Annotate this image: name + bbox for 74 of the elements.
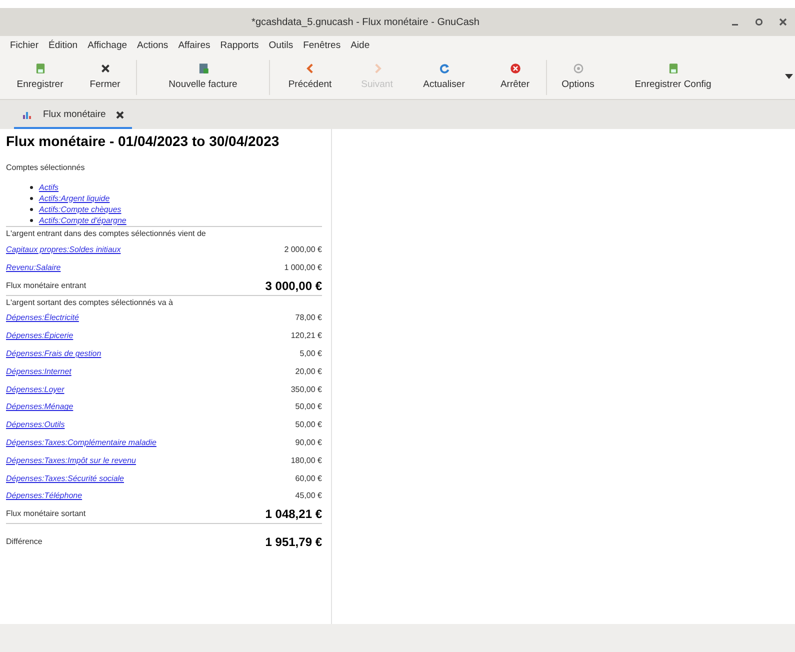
toolbar-button[interactable]: Enregistrer	[6, 56, 74, 99]
amount: 78,00 €	[295, 312, 322, 324]
difference-label: Différence	[6, 536, 42, 548]
account-link[interactable]: Dépenses:Internet	[6, 366, 72, 378]
menu-item[interactable]: Affaires	[178, 38, 210, 54]
account-link[interactable]: Dépenses:Frais de gestion	[6, 348, 102, 360]
account-link[interactable]: Actifs:Argent liquide	[39, 192, 110, 204]
toolbar-button[interactable]: Fermer	[74, 56, 136, 99]
amount: 20,00 €	[295, 366, 322, 378]
account-link[interactable]: Dépenses:Outils	[6, 419, 65, 432]
amount: 350,00 €	[290, 384, 322, 396]
account-link[interactable]: Revenu:Salaire	[6, 262, 61, 274]
menu-item[interactable]: Rapports	[220, 38, 259, 54]
difference-amount: 1 951,79 €	[265, 534, 322, 552]
menu-item[interactable]: Actions	[137, 38, 168, 54]
account-link[interactable]: Dépenses:Téléphone	[6, 490, 82, 502]
section-heading: Comptes sélectionnés	[6, 162, 86, 174]
menu-item[interactable]: Fenêtres	[303, 38, 341, 54]
bullet-icon	[30, 208, 33, 211]
amount: 60,00 €	[295, 472, 322, 485]
account-link[interactable]: Capitaux propres:Soldes initiaux	[6, 244, 121, 256]
total-amount: 3 000,00 €	[265, 278, 322, 295]
amount: 45,00 €	[295, 490, 322, 502]
account-link[interactable]: Dépenses:Taxes:Sécurité sociale	[6, 472, 124, 485]
total-label: Flux monétaire sortant	[6, 508, 86, 520]
section-heading: L'argent entrant dans des comptes sélectionnés vient de	[6, 228, 207, 240]
menu-item[interactable]: Édition	[48, 38, 78, 54]
account-link[interactable]: Dépenses:Électricité	[6, 312, 79, 324]
close-icon[interactable]	[779, 18, 787, 26]
refresh-icon	[438, 62, 450, 76]
total-label: Flux monétaire entrant	[6, 280, 86, 292]
account-link[interactable]: Dépenses:Taxes:Impôt sur le revenu	[6, 454, 136, 467]
account-link[interactable]: Dépenses:Loyer	[6, 384, 64, 396]
amount: 50,00 €	[295, 419, 322, 432]
bullet-icon	[30, 186, 33, 189]
section-heading: L'argent sortant des comptes sélectionnés va à	[6, 296, 174, 309]
menu-item[interactable]: Aide	[350, 38, 370, 54]
window-title: *gcashdata_5.gnucash - Flux monétaire - GnuCash	[250, 16, 480, 30]
account-link[interactable]: Dépenses:Taxes:Complémentaire maladie	[6, 437, 156, 450]
bullet-icon	[30, 197, 33, 200]
toolbar-button[interactable]: Arrêter	[484, 56, 546, 99]
amount: 90,00 €	[295, 437, 322, 450]
menu-item[interactable]: Affichage	[88, 38, 128, 54]
account-link[interactable]: Actifs	[39, 182, 59, 194]
account-link[interactable]: Dépenses:Épicerie	[6, 330, 74, 342]
amount: 180,00 €	[290, 454, 322, 467]
account-link[interactable]: Actifs:Compte d'épargne	[39, 214, 126, 226]
tab-label: Flux monétaire	[43, 108, 106, 122]
toolbar-button[interactable]: Enregistrer Config	[609, 56, 737, 99]
stop-icon	[508, 62, 522, 76]
toolbar-button[interactable]: Nouvelle facture	[137, 56, 269, 99]
toolbar-button[interactable]: Options	[547, 56, 609, 99]
amount: 2 000,00 €	[284, 244, 322, 256]
chart-icon	[22, 110, 33, 120]
bullet-icon	[30, 219, 33, 222]
save-icon	[34, 62, 46, 76]
maximize-icon[interactable]	[755, 18, 763, 26]
menu-item[interactable]: Fichier	[10, 38, 39, 54]
close-icon[interactable]	[116, 111, 124, 119]
report-title: Flux monétaire - 01/04/2023 to 30/04/2023	[6, 132, 280, 150]
amount: 50,00 €	[295, 401, 322, 414]
account-link[interactable]: Dépenses:Ménage	[6, 401, 74, 414]
toolbar-button[interactable]: Actualiser	[404, 56, 484, 99]
invoice-icon	[196, 62, 210, 76]
amount: 120,21 €	[290, 330, 322, 342]
amount: 5,00 €	[300, 348, 322, 360]
toolbar-button[interactable]: Précédent	[270, 56, 350, 99]
account-link[interactable]: Actifs:Compte chèques	[39, 204, 122, 216]
save-icon	[666, 62, 680, 76]
total-amount: 1 048,21 €	[265, 506, 322, 524]
menu-item[interactable]: Outils	[268, 38, 294, 54]
amount: 1 000,00 €	[284, 262, 322, 274]
gear-icon	[572, 62, 584, 76]
overflow-arrow-icon[interactable]	[785, 74, 793, 80]
